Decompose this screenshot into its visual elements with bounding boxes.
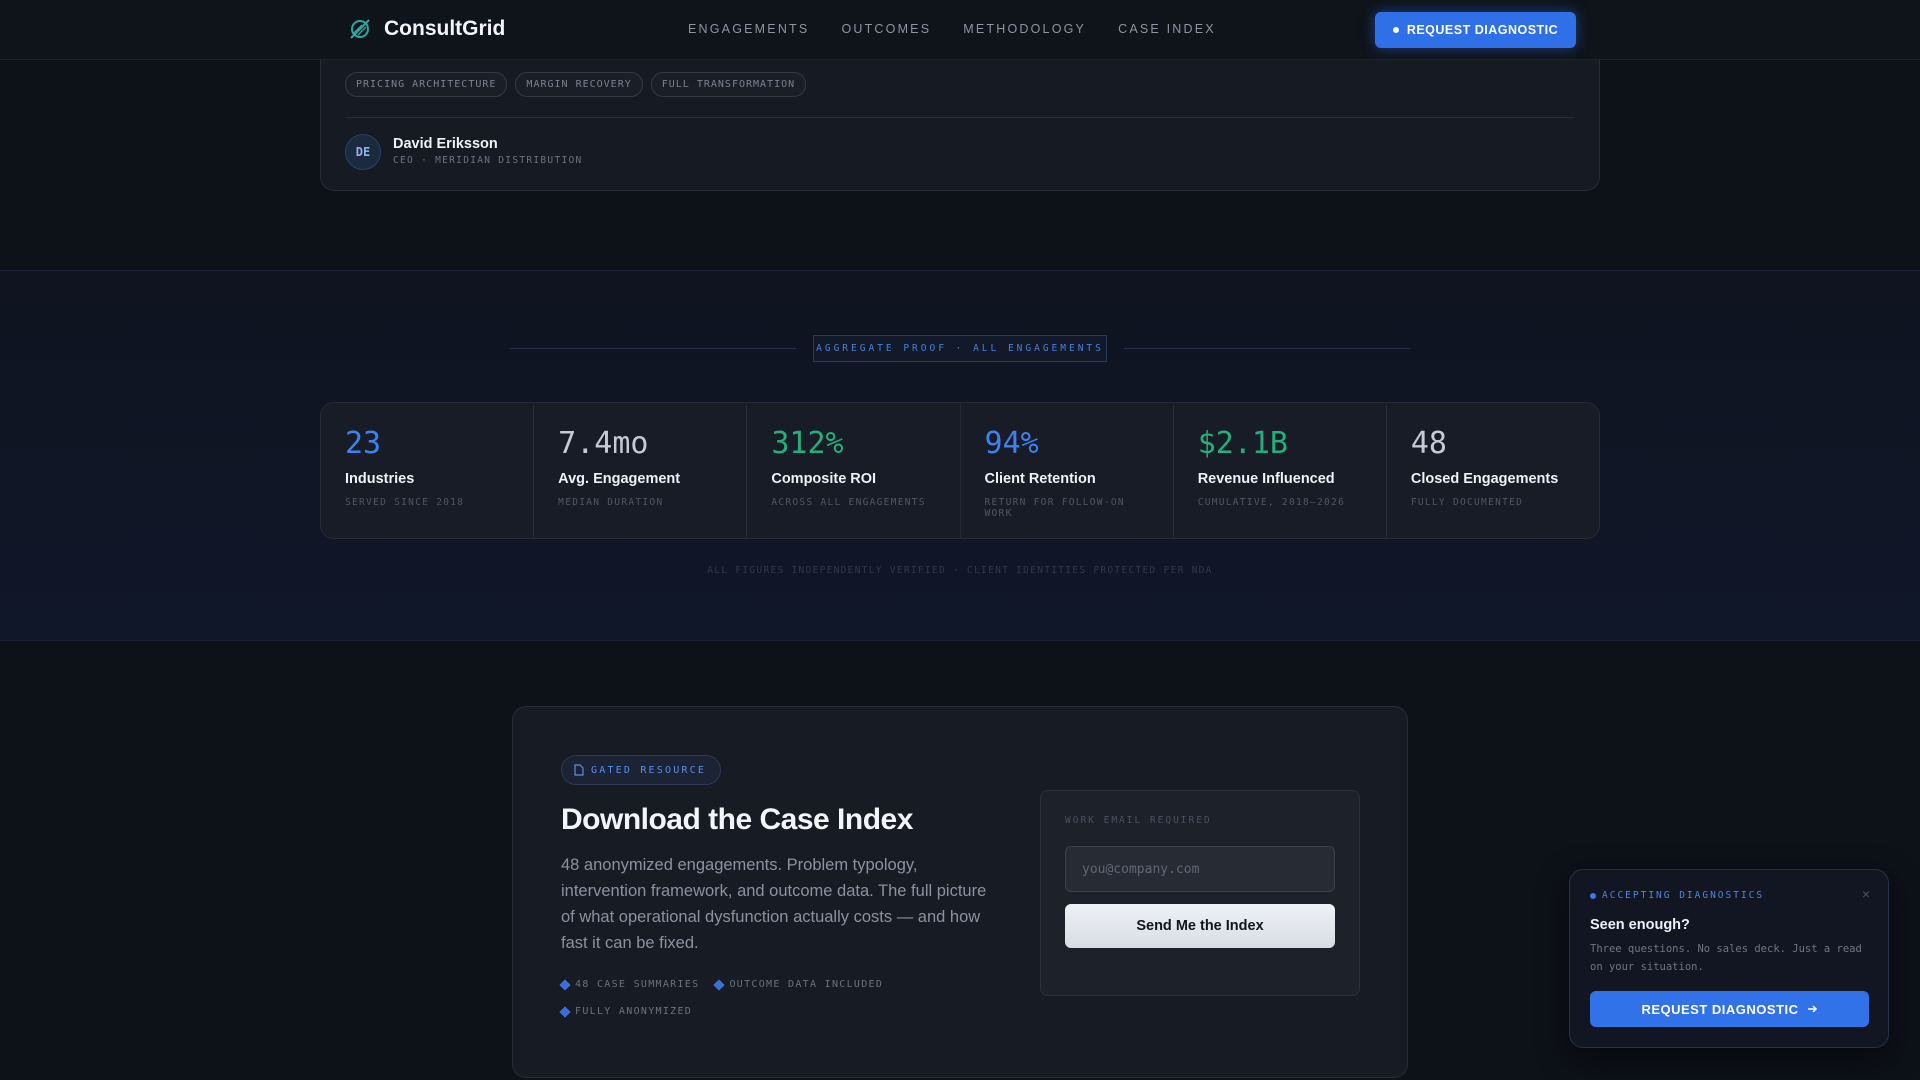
stat-avg-engagement: 7.4mo Avg. Engagement MEDIAN DURATION xyxy=(534,403,748,538)
brand-name: ConsultGrid xyxy=(384,17,506,40)
stat-label: Revenue Influenced xyxy=(1197,471,1335,487)
popup-title: Seen enough? xyxy=(1590,917,1690,933)
feature-item: 48 CASE SUMMARIES xyxy=(559,978,700,991)
stat-industries: 23 Industries SERVED SINCE 2018 xyxy=(321,403,535,538)
stat-label: Composite ROI xyxy=(771,471,877,487)
stat-value: 94% xyxy=(984,426,1039,461)
gated-resource-badge: GATED RESOURCE xyxy=(561,755,722,785)
accepting-status: ACCEPTING DIAGNOSTICS xyxy=(1590,890,1764,901)
diamond-icon xyxy=(559,978,571,991)
stat-sub: SERVED SINCE 2018 xyxy=(345,497,465,508)
nav-links: ENGAGEMENTS OUTCOMES METHODOLOGY CASE IN… xyxy=(688,22,1216,36)
person-role: CEO · MERIDIAN DISTRIBUTION xyxy=(393,155,583,166)
stat-client-retention: 94% Client Retention RETURN FOR FOLLOW-O… xyxy=(961,403,1174,538)
testimonial-card: PRICING ARCHITECTURE MARGIN RECOVERY FUL… xyxy=(320,40,1600,191)
stat-value: 48 xyxy=(1410,426,1447,461)
brand[interactable]: ConsultGrid xyxy=(348,17,505,41)
feature-list: 48 CASE SUMMARIES OUTCOME DATA INCLUDED … xyxy=(559,978,991,1018)
feature-label: FULLY ANONYMIZED xyxy=(575,1006,693,1017)
stat-label: Client Retention xyxy=(984,471,1096,487)
stat-sub: MEDIAN DURATION xyxy=(558,497,664,508)
document-icon xyxy=(574,764,584,776)
diagnostic-popup: ACCEPTING DIAGNOSTICS × Seen enough? Thr… xyxy=(1569,869,1889,1048)
diamond-icon xyxy=(713,978,726,991)
stat-label: Closed Engagements xyxy=(1410,471,1559,487)
status-dot-icon xyxy=(1392,27,1399,33)
case-index-card: GATED RESOURCE Download the Case Index 4… xyxy=(512,706,1408,1078)
popup-text: Three questions. No sales deck. Just a r… xyxy=(1590,943,1862,973)
nav-link-methodology[interactable]: METHODOLOGY xyxy=(963,22,1086,36)
feature-item: FULLY ANONYMIZED xyxy=(559,1005,693,1018)
stat-closed-engagements: 48 Closed Engagements FULLY DOCUMENTED xyxy=(1387,403,1599,538)
tag-pricing-architecture: PRICING ARCHITECTURE xyxy=(345,72,508,97)
status-label: ACCEPTING DIAGNOSTICS xyxy=(1602,890,1765,901)
proof-badge: AGGREGATE PROOF · ALL ENGAGEMENTS xyxy=(813,335,1107,362)
person-name: David Eriksson xyxy=(393,136,498,152)
tag-full-transformation: FULL TRANSFORMATION xyxy=(650,72,807,97)
stat-sub: RETURN FOR FOLLOW-ON WORK xyxy=(984,497,1125,519)
feature-item: OUTCOME DATA INCLUDED xyxy=(713,978,884,991)
avatar: DE xyxy=(345,134,381,170)
stat-value: 23 xyxy=(345,426,382,461)
stat-value: $2.1B xyxy=(1197,426,1288,461)
status-dot-icon xyxy=(1590,892,1596,899)
divider xyxy=(345,117,1575,118)
gated-resource-label: GATED RESOURCE xyxy=(591,764,707,776)
stat-sub: ACROSS ALL ENGAGEMENTS xyxy=(771,497,926,508)
arrow-right-icon xyxy=(1807,1005,1817,1013)
stat-label: Industries xyxy=(345,471,415,487)
request-diagnostic-label: REQUEST DIAGNOSTIC xyxy=(1406,23,1559,37)
feature-label: OUTCOME DATA INCLUDED xyxy=(729,979,884,990)
diamond-icon xyxy=(559,1005,571,1018)
popup-cta-label: REQUEST DIAGNOSTIC xyxy=(1641,1001,1799,1017)
divider xyxy=(510,348,796,349)
email-label: WORK EMAIL REQUIRED xyxy=(1065,815,1212,826)
close-icon[interactable]: × xyxy=(1862,886,1870,902)
stat-revenue-influenced: $2.1B Revenue Influenced CUMULATIVE, 201… xyxy=(1174,403,1387,538)
email-field[interactable] xyxy=(1065,846,1335,892)
case-index-title: Download the Case Index xyxy=(561,803,913,836)
stat-label: Avg. Engagement xyxy=(558,471,681,487)
feature-label: 48 CASE SUMMARIES xyxy=(575,979,700,990)
nav-link-case-index[interactable]: CASE INDEX xyxy=(1118,22,1216,36)
stat-value: 312% xyxy=(771,426,844,461)
stat-composite-roi: 312% Composite ROI ACROSS ALL ENGAGEMENT… xyxy=(747,403,961,538)
tag-list: PRICING ARCHITECTURE MARGIN RECOVERY FUL… xyxy=(345,72,807,97)
tag-margin-recovery: MARGIN RECOVERY xyxy=(515,72,643,97)
send-index-button[interactable]: Send Me the Index xyxy=(1065,904,1335,948)
stats-grid: 23 Industries SERVED SINCE 2018 7.4mo Av… xyxy=(320,402,1600,539)
slashed-circle-logo-icon xyxy=(350,19,370,39)
stat-sub: FULLY DOCUMENTED xyxy=(1410,497,1524,508)
divider xyxy=(1124,348,1410,349)
nav-link-outcomes[interactable]: OUTCOMES xyxy=(841,22,931,36)
stat-sub: CUMULATIVE, 2018–2026 xyxy=(1197,497,1346,508)
aggregate-proof-section: AGGREGATE PROOF · ALL ENGAGEMENTS 23 Ind… xyxy=(0,270,1920,641)
verification-note: ALL FIGURES INDEPENDENTLY VERIFIED · CLI… xyxy=(707,565,1213,576)
email-form: WORK EMAIL REQUIRED Send Me the Index xyxy=(1040,790,1360,996)
nav-link-engagements[interactable]: ENGAGEMENTS xyxy=(688,22,809,36)
popup-request-diagnostic-button[interactable]: REQUEST DIAGNOSTIC xyxy=(1590,991,1869,1027)
case-index-description: 48 anonymized engagements. Problem typol… xyxy=(561,856,987,952)
top-nav: ConsultGrid ENGAGEMENTS OUTCOMES METHODO… xyxy=(0,0,1920,60)
request-diagnostic-button[interactable]: REQUEST DIAGNOSTIC xyxy=(1375,12,1576,48)
stat-value: 7.4mo xyxy=(558,426,649,461)
